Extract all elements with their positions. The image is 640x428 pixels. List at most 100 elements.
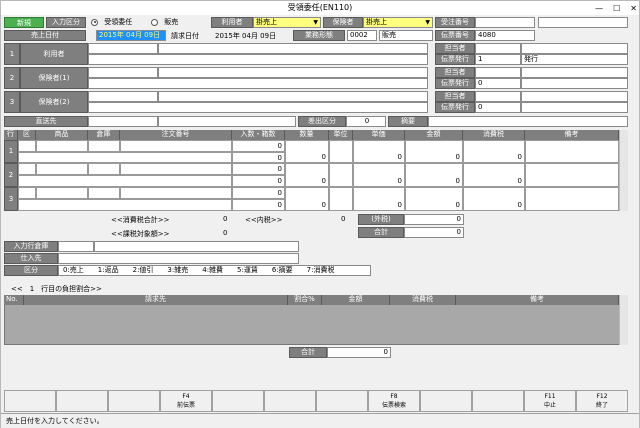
close-icon[interactable]: ✕ [630, 2, 637, 16]
fkey-button-1[interactable] [4, 390, 56, 412]
nyuryoku-soko-code[interactable] [58, 241, 94, 252]
fkey-button-9[interactable] [420, 390, 472, 412]
minimize-icon[interactable]: — [595, 2, 603, 16]
sashidashi-input[interactable]: 0 [346, 116, 386, 127]
riyousha-address-input[interactable] [88, 54, 428, 65]
juchu-extra-input[interactable] [538, 17, 628, 28]
tantou-input-1[interactable] [475, 43, 521, 54]
cell-ku[interactable] [18, 140, 36, 152]
cell-tanka[interactable]: 0 [353, 163, 405, 187]
hokensha-select[interactable]: 掛売上 ▼ [363, 17, 433, 28]
cell-biko[interactable] [525, 187, 619, 211]
chokusou-name-input[interactable] [158, 116, 296, 127]
cell-soko[interactable] [88, 187, 120, 199]
fkey-button-3[interactable] [108, 390, 160, 412]
col-ku: 区 [18, 130, 36, 140]
cell-suryo[interactable]: 0 [285, 187, 329, 211]
riyousha-code-input[interactable] [88, 43, 158, 54]
cell-kingaku[interactable]: 0 [405, 140, 463, 163]
fkey-button-5[interactable] [212, 390, 264, 412]
cell-suryo[interactable]: 0 [285, 140, 329, 163]
hakko-input-3[interactable]: 0 [475, 102, 521, 113]
grid-scrollbar[interactable] [619, 130, 628, 211]
cell-tani[interactable] [329, 187, 353, 211]
party-label-hokensha2: 保険者(2) [20, 91, 88, 113]
cell-tani[interactable] [329, 163, 353, 187]
cell-shohin-name[interactable] [18, 152, 232, 163]
cell-shohin[interactable] [36, 187, 88, 199]
riyousha-name-input[interactable] [158, 43, 428, 54]
shiiresaki-input[interactable] [58, 253, 299, 264]
fkey-button-f12[interactable]: F12 終了 [576, 390, 628, 412]
cell-soko[interactable] [88, 163, 120, 175]
tekiyo-label: 摘要 [388, 116, 428, 127]
seikyu-date-value[interactable]: 2015年 04月 09日 [215, 31, 276, 41]
maximize-icon[interactable]: ☐ [613, 2, 620, 16]
cell-tanka[interactable]: 0 [353, 140, 405, 163]
uriage-date-input[interactable]: 2015年 04月 09日 [96, 30, 166, 41]
cell-tanka[interactable]: 0 [353, 187, 405, 211]
cell-kingaku[interactable]: 0 [405, 163, 463, 187]
fkey-button-f11[interactable]: F11 中止 [524, 390, 576, 412]
cell-kingaku[interactable]: 0 [405, 187, 463, 211]
radio-hanbai[interactable]: 販売 [151, 17, 178, 28]
fkey-button-6[interactable] [264, 390, 316, 412]
shiiresaki-label: 仕入先 [4, 253, 58, 264]
fkey-button-f8[interactable]: F8 伝票検索 [368, 390, 420, 412]
fkey-button-f4[interactable]: F4 前伝票 [160, 390, 212, 412]
fkey-button-7[interactable] [316, 390, 368, 412]
cell-irisu-bottom[interactable]: 0 [232, 199, 285, 211]
hakko-input-1[interactable]: 1 [475, 54, 521, 65]
cell-suryo[interactable]: 0 [285, 163, 329, 187]
cell-chumon[interactable] [120, 163, 232, 175]
tantou-input-3[interactable] [475, 91, 521, 102]
burden-scrollbar[interactable] [619, 295, 628, 345]
hokensha1-code-input[interactable] [88, 67, 158, 78]
cell-irisu-top[interactable]: 0 [232, 163, 285, 175]
cell-biko[interactable] [525, 163, 619, 187]
cell-irisu-bottom[interactable]: 0 [232, 152, 285, 163]
burden-col-zei: 消費税 [390, 295, 456, 305]
cell-tani[interactable] [329, 140, 353, 163]
juchu-input[interactable] [475, 17, 535, 28]
hakko-input-2[interactable]: 0 [475, 78, 521, 89]
hakko-text-2 [521, 78, 628, 89]
cell-zei[interactable]: 0 [463, 140, 525, 163]
col-tanka: 単価 [353, 130, 405, 140]
hokensha2-code-input[interactable] [88, 91, 158, 102]
hakko-label-3: 伝票発行 [435, 102, 475, 113]
cell-zei[interactable]: 0 [463, 163, 525, 187]
cell-irisu-bottom[interactable]: 0 [232, 175, 285, 187]
cell-irisu-top[interactable]: 0 [232, 140, 285, 152]
radio-juryo[interactable]: 受領委任 [91, 17, 132, 28]
cell-shohin-name[interactable] [18, 199, 232, 211]
hokensha2-name-input[interactable] [158, 91, 428, 102]
cell-soko[interactable] [88, 140, 120, 152]
col-chumon: 注文番号 [120, 130, 232, 140]
cell-shohin[interactable] [36, 163, 88, 175]
cell-zei[interactable]: 0 [463, 187, 525, 211]
cell-chumon[interactable] [120, 187, 232, 199]
hokensha1-address-input[interactable] [88, 78, 428, 89]
riyousha-select[interactable]: 掛売上 ▼ [253, 17, 321, 28]
fkey-key: F11 [544, 393, 556, 400]
cell-ku[interactable] [18, 163, 36, 175]
hakko-label-1: 伝票発行 [435, 54, 475, 65]
cell-ku[interactable] [18, 187, 36, 199]
fkey-button-10[interactable] [472, 390, 524, 412]
cell-shohin[interactable] [36, 140, 88, 152]
chokusou-code-input[interactable] [88, 116, 158, 127]
tekiyo-input[interactable] [428, 116, 628, 127]
chevron-down-icon: ▼ [425, 19, 430, 26]
hokensha1-name-input[interactable] [158, 67, 428, 78]
hokensha2-address-input[interactable] [88, 102, 428, 113]
cell-irisu-top[interactable]: 0 [232, 187, 285, 199]
party-label-hokensha1: 保険者(1) [20, 67, 88, 89]
cell-biko[interactable] [525, 140, 619, 163]
gyomu-code-input[interactable]: 0002 [347, 30, 377, 41]
fkey-button-2[interactable] [56, 390, 108, 412]
tantou-label-1: 担当者 [435, 43, 475, 54]
cell-chumon[interactable] [120, 140, 232, 152]
cell-shohin-name[interactable] [18, 175, 232, 187]
tantou-input-2[interactable] [475, 67, 521, 78]
